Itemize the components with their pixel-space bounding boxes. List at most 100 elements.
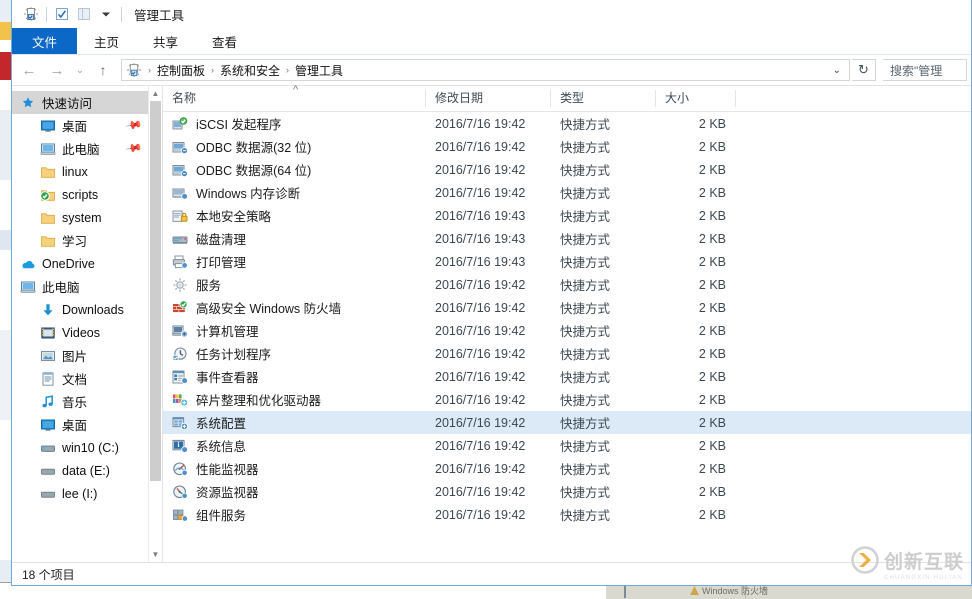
table-row[interactable]: ODBC 数据源(64 位) 2016/7/16 19:42 快捷方式 2 KB	[163, 158, 971, 181]
nav-item-scripts[interactable]: scripts	[12, 183, 149, 206]
table-row[interactable]: ODBC 数据源(32 位) 2016/7/16 19:42 快捷方式 2 KB	[163, 135, 971, 158]
file-name-cell[interactable]: 任务计划程序	[163, 344, 426, 363]
nav-item-pictures[interactable]: 图片	[12, 344, 149, 367]
nav-item-desktop[interactable]: 桌面 📌	[12, 114, 149, 137]
file-name-cell[interactable]: 性能监视器	[163, 459, 426, 478]
file-name-cell[interactable]: 服务	[163, 275, 426, 294]
nav-item-quick-access[interactable]: 快速访问	[12, 91, 149, 114]
tab-home[interactable]: 主页	[77, 28, 136, 54]
nav-item-study[interactable]: 学习	[12, 229, 149, 252]
file-date-cell: 2016/7/16 19:42	[435, 323, 526, 338]
file-size-cell: 2 KB	[698, 277, 726, 292]
table-row[interactable]: Windows 内存诊断 2016/7/16 19:42 快捷方式 2 KB	[163, 181, 971, 204]
recent-locations-button[interactable]: ⌄	[72, 57, 88, 83]
breadcrumb[interactable]: › 控制面板 › 系统和安全 › 管理工具 ⌄	[121, 59, 850, 81]
table-row[interactable]: iSCSI 发起程序 2016/7/16 19:42 快捷方式 2 KB	[163, 112, 971, 135]
file-name-cell[interactable]: ODBC 数据源(64 位)	[163, 160, 426, 179]
breadcrumb-dropdown-icon[interactable]: ⌄	[827, 65, 847, 76]
customize-dropdown-icon[interactable]	[95, 3, 117, 25]
msconfig-icon	[172, 415, 188, 431]
pin-icon[interactable]: 📌	[125, 116, 144, 135]
table-row[interactable]: 资源监视器 2016/7/16 19:42 快捷方式 2 KB	[163, 480, 971, 503]
scroll-up-arrow-icon[interactable]: ▲	[149, 86, 162, 101]
search-input[interactable]: 搜索"管理	[883, 59, 967, 81]
table-row[interactable]: 磁盘清理 2016/7/16 19:43 快捷方式 2 KB	[163, 227, 971, 250]
forward-button[interactable]: →	[44, 57, 70, 83]
nav-item-documents[interactable]: 文档	[12, 367, 149, 390]
nav-item-downloads[interactable]: Downloads	[12, 298, 149, 321]
table-row[interactable]: 组件服务 2016/7/16 19:42 快捷方式 2 KB	[163, 503, 971, 526]
file-name-cell[interactable]: 本地安全策略	[163, 206, 426, 225]
file-name-cell[interactable]: 事件查看器	[163, 367, 426, 386]
scroll-down-arrow-icon[interactable]: ▼	[149, 547, 162, 562]
breadcrumb-item-control-panel[interactable]: 控制面板	[154, 62, 208, 79]
minimize-button[interactable]	[836, 0, 881, 28]
file-name-cell[interactable]: Windows 内存诊断	[163, 183, 426, 202]
breadcrumb-separator-1[interactable]: ›	[208, 65, 217, 75]
refresh-button[interactable]: ↻	[852, 59, 876, 81]
table-row[interactable]: 本地安全策略 2016/7/16 19:43 快捷方式 2 KB	[163, 204, 971, 227]
view-pane-icon[interactable]	[73, 3, 95, 25]
column-header-type[interactable]: 类型	[551, 90, 656, 107]
table-row[interactable]: i 系统信息 2016/7/16 19:42 快捷方式 2 KB	[163, 434, 971, 457]
file-name-cell[interactable]: iSCSI 发起程序	[163, 114, 426, 133]
table-row[interactable]: 计算机管理 2016/7/16 19:42 快捷方式 2 KB	[163, 319, 971, 342]
file-type-cell: 快捷方式	[560, 348, 611, 362]
nav-item-drive-i[interactable]: lee (I:)	[12, 482, 149, 505]
file-name-cell[interactable]: 高级安全 Windows 防火墙	[163, 298, 426, 317]
file-name-cell[interactable]: 资源监视器	[163, 482, 426, 501]
table-row[interactable]: 打印管理 2016/7/16 19:43 快捷方式 2 KB	[163, 250, 971, 273]
back-button[interactable]: ←	[16, 57, 42, 83]
nav-item-videos[interactable]: Videos	[12, 321, 149, 344]
star-pin-icon	[20, 95, 36, 111]
breadcrumb-item-administrative-tools[interactable]: 管理工具	[292, 62, 346, 79]
breadcrumb-item-system-and-security[interactable]: 系统和安全	[217, 62, 283, 79]
column-header-date[interactable]: 修改日期	[426, 90, 551, 107]
close-button[interactable]	[926, 0, 971, 28]
table-row[interactable]: 性能监视器 2016/7/16 19:42 快捷方式 2 KB	[163, 457, 971, 480]
properties-icon[interactable]	[20, 3, 42, 25]
tab-share[interactable]: 共享	[136, 28, 195, 54]
nav-item-onedrive[interactable]: OneDrive	[12, 252, 149, 275]
up-button[interactable]: ↑	[90, 57, 116, 83]
tab-file[interactable]: 文件	[12, 28, 78, 54]
table-row[interactable]: 服务 2016/7/16 19:42 快捷方式 2 KB	[163, 273, 971, 296]
file-date-cell: 2016/7/16 19:42	[435, 461, 526, 476]
file-name-label: 本地安全策略	[196, 210, 272, 224]
file-name-cell[interactable]: 系统配置	[163, 413, 426, 432]
nav-item-drive-e[interactable]: data (E:)	[12, 459, 149, 482]
nav-item-desktop-pc[interactable]: 桌面	[12, 413, 149, 436]
table-row[interactable]: 系统配置 2016/7/16 19:42 快捷方式 2 KB	[163, 411, 971, 434]
navigation-scrollbar[interactable]: ▲ ▼	[148, 86, 162, 562]
nav-item-this-pc-quick[interactable]: 此电脑 📌	[12, 137, 149, 160]
table-row[interactable]: 碎片整理和优化驱动器 2016/7/16 19:42 快捷方式 2 KB	[163, 388, 971, 411]
pictures-icon	[40, 348, 56, 364]
file-name-cell[interactable]: i 系统信息	[163, 436, 426, 455]
breadcrumb-separator-2[interactable]: ›	[283, 65, 292, 75]
file-name-cell[interactable]: ODBC 数据源(32 位)	[163, 137, 426, 156]
file-name-cell[interactable]: 磁盘清理	[163, 229, 426, 248]
column-header-size[interactable]: 大小	[656, 90, 736, 107]
table-row[interactable]: 高级安全 Windows 防火墙 2016/7/16 19:42 快捷方式 2 KB	[163, 296, 971, 319]
file-date-cell: 2016/7/16 19:42	[435, 392, 526, 407]
file-date-cell: 2016/7/16 19:42	[435, 116, 526, 131]
tab-view[interactable]: 查看	[195, 28, 254, 54]
nav-item-this-pc[interactable]: 此电脑	[12, 275, 149, 298]
folder-icon	[40, 164, 56, 180]
pin-icon[interactable]: 📌	[125, 139, 144, 158]
nav-item-drive-c[interactable]: win10 (C:)	[12, 436, 149, 459]
nav-item-linux[interactable]: linux	[12, 160, 149, 183]
file-name-cell[interactable]: 组件服务	[163, 505, 426, 524]
new-folder-icon[interactable]	[51, 3, 73, 25]
table-row[interactable]: 事件查看器 2016/7/16 19:42 快捷方式 2 KB	[163, 365, 971, 388]
file-name-label: Windows 内存诊断	[196, 187, 301, 201]
maximize-button[interactable]	[881, 0, 926, 28]
file-name-cell[interactable]: 打印管理	[163, 252, 426, 271]
file-date-cell: 2016/7/16 19:42	[435, 415, 526, 430]
scrollbar-thumb[interactable]	[150, 101, 161, 481]
nav-item-system[interactable]: system	[12, 206, 149, 229]
file-name-cell[interactable]: 碎片整理和优化驱动器	[163, 390, 426, 409]
nav-item-music[interactable]: 音乐	[12, 390, 149, 413]
table-row[interactable]: 任务计划程序 2016/7/16 19:42 快捷方式 2 KB	[163, 342, 971, 365]
file-name-cell[interactable]: 计算机管理	[163, 321, 426, 340]
